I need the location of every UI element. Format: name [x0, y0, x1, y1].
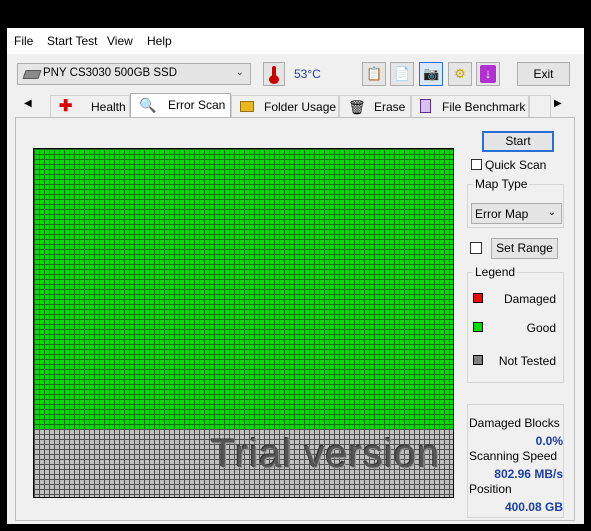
document-icon: 📄: [394, 66, 411, 81]
exit-button[interactable]: Exit: [517, 62, 570, 86]
position-value: 400.08 GB: [504, 500, 563, 514]
tab-scroll-right-icon[interactable]: ▶: [554, 98, 562, 109]
map-type-caption: Map Type: [473, 177, 530, 191]
menu-start-test[interactable]: Start Test: [47, 34, 97, 48]
temperature-readout: 53°C: [294, 67, 321, 81]
map-type-value: Error Map: [475, 207, 529, 221]
tab-folder-usage[interactable]: Folder Usage: [231, 95, 339, 117]
damaged-blocks-label: Damaged Blocks: [469, 416, 560, 430]
copy-text-button[interactable]: 📄: [390, 62, 414, 86]
block-map-good-region: [34, 149, 453, 429]
legend-damaged-swatch: [473, 293, 483, 303]
tab-file-benchmark[interactable]: File Benchmark: [411, 95, 529, 117]
menu-help[interactable]: Help: [147, 34, 172, 48]
menu-file[interactable]: File: [14, 34, 33, 48]
tab-erase[interactable]: 🗑 Erase: [339, 95, 411, 117]
tab-overflow[interactable]: [529, 95, 551, 117]
menu-bar: File Start Test View Help: [7, 28, 584, 54]
damaged-blocks-value: 0.0%: [535, 434, 563, 448]
options-button[interactable]: ⚙: [448, 62, 472, 86]
tab-health[interactable]: ✚ Health: [50, 95, 130, 117]
app-window: File Start Test View Help PNY CS3030 500…: [7, 28, 584, 524]
scanning-speed-value: 802.96 MB/s: [494, 467, 563, 481]
error-scan-panel: Trial version Start Quick Scan Map Type …: [15, 117, 575, 521]
folder-icon: [240, 101, 254, 112]
disk-icon: [22, 70, 42, 79]
tab-scroll-left-icon[interactable]: ◀: [24, 98, 32, 109]
legend-not-tested-swatch: [473, 355, 483, 365]
download-button[interactable]: ↓: [476, 62, 500, 86]
toolbar: PNY CS3030 500GB SSD ⌄ 53°C 📋 📄 📷 ⚙ ↓ Ex…: [7, 54, 584, 94]
scan-stats-group: Damaged Blocks 0.0% Scanning Speed 802.9…: [467, 404, 564, 518]
copy-icon: 📋: [366, 66, 383, 81]
legend-not-tested-label: Not Tested: [498, 354, 556, 368]
screenshot-button[interactable]: 📷: [419, 62, 443, 86]
map-type-group: Map Type Error Map ⌄: [467, 177, 564, 228]
drive-select-value: PNY CS3030 500GB SSD: [43, 67, 178, 79]
legend-good-label: Good: [526, 321, 556, 335]
legend-damaged-label: Damaged: [503, 292, 556, 306]
quick-scan-label: Quick Scan: [485, 158, 547, 172]
copy-report-button[interactable]: 📋: [362, 62, 386, 86]
legend-group: Legend Damaged Good Not Tested: [467, 265, 564, 383]
drive-select[interactable]: PNY CS3030 500GB SSD ⌄: [17, 63, 251, 85]
tab-error-scan[interactable]: 🔍 Error Scan: [130, 93, 231, 118]
benchmark-icon: [420, 99, 431, 113]
download-arrow-icon: ↓: [480, 65, 496, 83]
tab-strip: ◀ ✚ Health 🔍 Error Scan Folder Usage 🗑 E…: [7, 93, 584, 118]
thermometer-icon[interactable]: [263, 62, 285, 86]
position-label: Position: [469, 482, 512, 496]
set-range-checkbox[interactable]: [470, 242, 482, 254]
map-type-select[interactable]: Error Map ⌄: [471, 203, 562, 224]
legend-caption: Legend: [473, 265, 518, 279]
trash-icon: 🗑: [348, 99, 366, 115]
menu-view[interactable]: View: [107, 34, 133, 48]
chevron-down-icon: ⌄: [235, 67, 244, 78]
trial-watermark: Trial version: [211, 432, 441, 476]
legend-good-swatch: [473, 322, 483, 332]
block-map: Trial version: [33, 148, 454, 498]
magnifier-icon: 🔍: [139, 97, 157, 113]
gears-icon: ⚙: [454, 66, 466, 81]
camera-icon: 📷: [423, 66, 440, 81]
scanning-speed-label: Scanning Speed: [469, 449, 558, 463]
quick-scan-checkbox[interactable]: [471, 159, 482, 170]
start-button[interactable]: Start: [482, 131, 554, 152]
chevron-down-icon: ⌄: [547, 207, 556, 218]
set-range-button[interactable]: Set Range: [491, 238, 558, 259]
health-cross-icon: ✚: [59, 98, 73, 115]
